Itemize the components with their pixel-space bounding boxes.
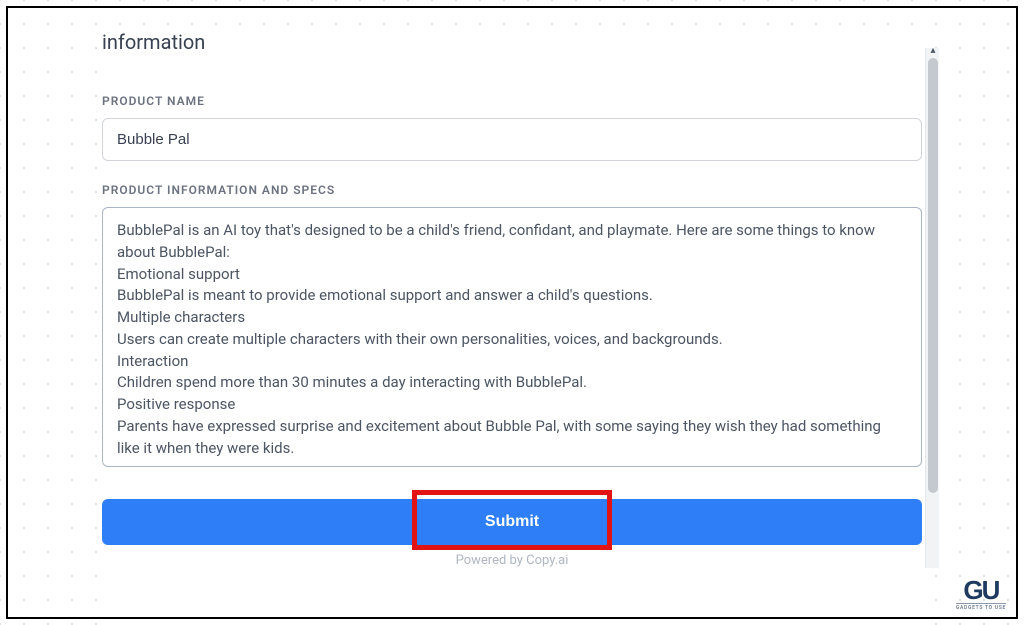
submit-wrapper: Submit bbox=[102, 499, 922, 545]
powered-by-text: Powered by Copy.ai bbox=[102, 553, 922, 568]
gu-watermark: GU GADGETS TO USE bbox=[956, 579, 1006, 611]
scrollbar-thumb[interactable] bbox=[928, 58, 938, 493]
scroll-arrow-up-icon[interactable]: ▴ bbox=[927, 46, 939, 58]
product-info-textarea[interactable] bbox=[102, 207, 922, 467]
submit-button[interactable]: Submit bbox=[102, 499, 922, 545]
truncated-header-text: information bbox=[102, 30, 922, 54]
scrollbar-track[interactable]: ▴ bbox=[925, 48, 939, 568]
product-name-label: PRODUCT NAME bbox=[102, 94, 922, 108]
watermark-logo: GU bbox=[956, 579, 1006, 604]
scroll-area: information PRODUCT NAME PRODUCT INFORMA… bbox=[102, 30, 922, 605]
form-panel: information PRODUCT NAME PRODUCT INFORMA… bbox=[102, 0, 922, 625]
product-info-label: PRODUCT INFORMATION AND SPECS bbox=[102, 183, 922, 197]
watermark-subtext: GADGETS TO USE bbox=[956, 605, 1006, 611]
product-name-input[interactable] bbox=[102, 118, 922, 161]
